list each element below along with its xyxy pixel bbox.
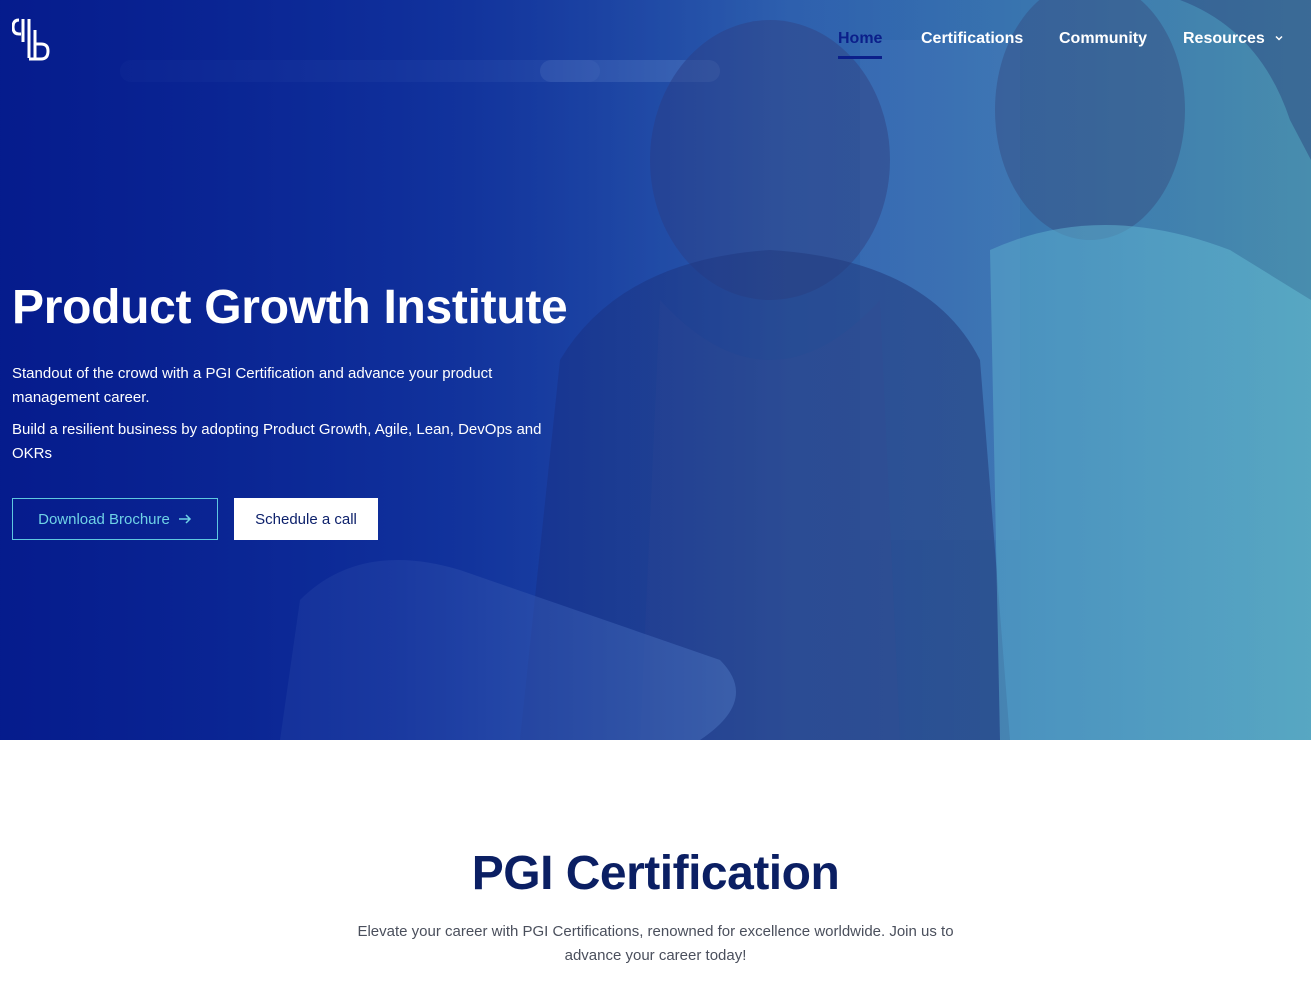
certification-section-title: PGI Certification bbox=[471, 847, 840, 900]
certification-section-description: Elevate your career with PGI Certificati… bbox=[357, 923, 954, 964]
chevron-down-icon bbox=[1274, 28, 1284, 50]
hero-paragraph-2: Build a resilient business by adopting P… bbox=[12, 421, 542, 462]
nav-item-resources[interactable]: Resources bbox=[1183, 28, 1284, 50]
nav-item-home[interactable]: Home bbox=[838, 28, 883, 59]
hero-title: Product Growth Institute bbox=[12, 281, 568, 334]
nav-item-community[interactable]: Community bbox=[1059, 28, 1147, 50]
hero-paragraph-1: Standout of the crowd with a PGI Certifi… bbox=[12, 365, 493, 406]
download-brochure-button[interactable]: Download Brochure bbox=[12, 498, 218, 540]
hero-section: Home Certifications Community Resources … bbox=[0, 0, 1311, 740]
download-brochure-label: Download Brochure bbox=[38, 510, 170, 528]
nav-item-resources-label: Resources bbox=[1183, 30, 1265, 48]
schedule-call-button[interactable]: Schedule a call bbox=[234, 498, 378, 540]
arrow-right-icon bbox=[178, 513, 192, 525]
nav-item-certifications[interactable]: Certifications bbox=[921, 28, 1023, 50]
pgi-logo-icon[interactable] bbox=[11, 16, 50, 62]
